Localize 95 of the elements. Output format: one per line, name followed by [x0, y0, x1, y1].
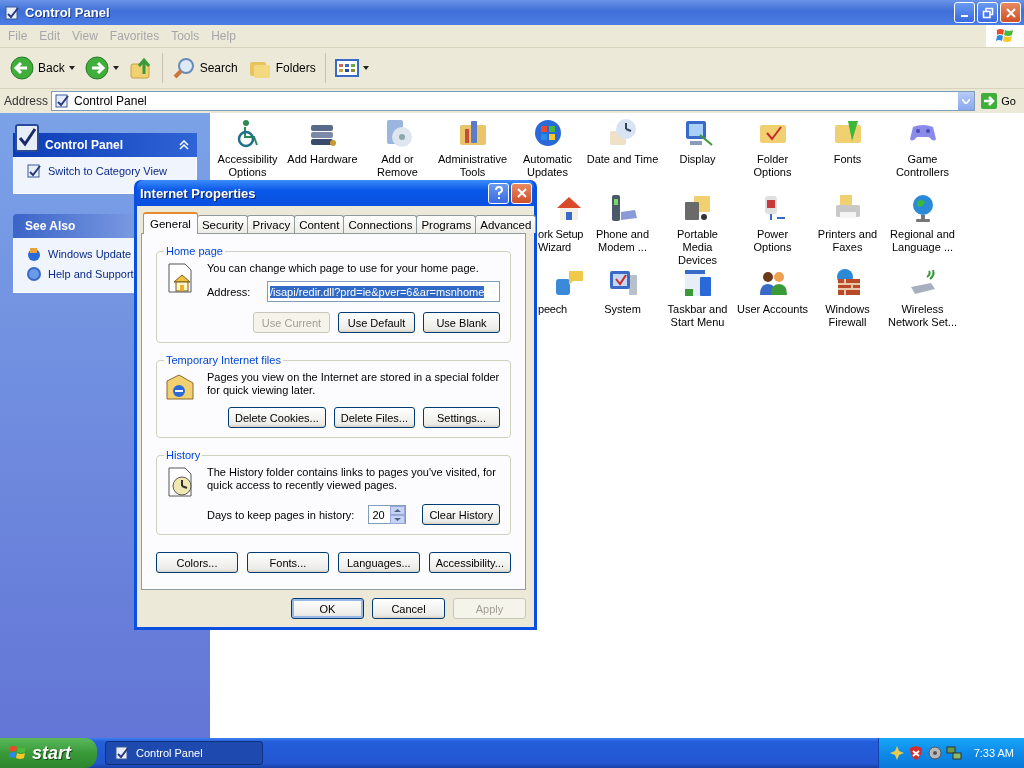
search-icon	[171, 56, 196, 80]
go-button[interactable]: Go	[978, 92, 1022, 110]
home-page-field[interactable]: /isapi/redir.dll?prd=ie&pver=6&ar=msnhome	[267, 281, 500, 302]
control-panel-item[interactable]: Fonts	[811, 153, 884, 166]
address-field[interactable]: Control Panel	[51, 91, 976, 111]
control-panel-icon	[4, 4, 20, 21]
dropdown-button[interactable]	[958, 92, 975, 110]
see-also-title: See Also	[25, 219, 76, 233]
address-label: Address	[4, 94, 49, 108]
tab[interactable]: Security	[196, 215, 249, 233]
disc-icon[interactable]	[927, 745, 943, 761]
control-panel-item[interactable]: Regional and Language ...	[886, 228, 959, 254]
clock: 7:33 AM	[973, 747, 1014, 759]
dialog-button[interactable]: Fonts...	[246, 552, 329, 573]
dialog-button[interactable]: Languages...	[337, 552, 420, 573]
control-panel-item[interactable]: Display	[661, 153, 734, 166]
control-panel-item[interactable]: ork Setup Wizard	[538, 228, 585, 254]
caret-icon	[68, 66, 75, 70]
shield-icon[interactable]	[908, 745, 924, 761]
caret-icon	[362, 66, 369, 70]
close-icon	[1004, 6, 1017, 19]
control-panel-icon	[54, 93, 71, 109]
group-description: Pages you view on the Internet are stored in a special folder for quick viewing later.	[207, 371, 500, 397]
spin-arrows-icon[interactable]	[390, 505, 406, 524]
dialog-button[interactable]: OK	[291, 598, 364, 619]
tab[interactable]: Content	[294, 215, 345, 233]
control-panel-icon	[26, 163, 42, 179]
minimize-button[interactable]	[954, 2, 975, 23]
control-panel-item[interactable]: Printers and Faxes	[811, 228, 884, 254]
sidebar-link[interactable]: Help and Support	[26, 266, 188, 282]
dialog-button[interactable]: Clear History	[422, 504, 500, 525]
folders-button[interactable]: Folders	[243, 51, 320, 85]
window-title: Control Panel	[25, 5, 110, 20]
collapse-icon[interactable]	[179, 140, 189, 150]
minimize-icon	[961, 15, 968, 17]
restore-icon	[981, 6, 994, 19]
sparkle-icon[interactable]	[889, 745, 905, 761]
control-panel-item[interactable]: Game Controllers	[886, 153, 959, 179]
control-panel-item[interactable]: System	[586, 303, 659, 316]
control-panel-item[interactable]: Folder Options	[736, 153, 809, 179]
control-panel-item[interactable]: Windows Firewall	[811, 303, 884, 329]
windows-logo-icon	[986, 25, 1024, 47]
control-panel-item[interactable]: Phone and Modem ...	[586, 228, 659, 254]
group-description: The History folder contains links to pages you've visited, for quick access to recently viewed pages.	[207, 466, 497, 492]
search-button[interactable]: Search	[167, 51, 242, 85]
panel-header[interactable]: Control Panel	[13, 123, 197, 157]
control-panel-icon	[114, 745, 130, 761]
control-panel-item[interactable]: Automatic Updates	[511, 153, 584, 179]
control-panel-item[interactable]: Taskbar and Start Menu	[661, 303, 734, 329]
close-button[interactable]	[511, 182, 532, 204]
dialog-button[interactable]: Delete Cookies...	[228, 407, 326, 428]
control-panel-item[interactable]: Administrative Tools	[436, 153, 509, 179]
dialog-button[interactable]: Use Default	[338, 312, 415, 333]
group-description: You can change which page to use for your home page.	[207, 262, 480, 275]
field-label: Address:	[207, 285, 252, 298]
control-panel-item[interactable]: Add Hardware	[286, 153, 359, 166]
go-arrow-icon	[980, 92, 999, 110]
dialog-button[interactable]: Cancel	[372, 598, 445, 619]
back-button[interactable]: Back	[6, 51, 79, 85]
network-icon[interactable]	[946, 745, 962, 761]
caret-icon	[112, 66, 119, 70]
tab[interactable]: Programs	[416, 215, 477, 233]
start-button[interactable]: start	[0, 738, 97, 768]
control-panel-item[interactable]: Date and Time	[586, 153, 659, 166]
dialog-title: Internet Properties	[140, 185, 257, 201]
tab[interactable]: Privacy	[247, 215, 296, 233]
dialog-button[interactable]: Settings...	[423, 407, 500, 428]
help-button[interactable]	[488, 182, 509, 204]
control-panel-item[interactable]: Add or Remove	[361, 153, 434, 179]
tab[interactable]: General	[143, 212, 198, 234]
control-panel-item[interactable]: Accessibility Options	[211, 153, 284, 179]
folder-up-icon	[128, 56, 153, 80]
close-button[interactable]	[1000, 2, 1021, 23]
dialog-button[interactable]: Colors...	[156, 552, 238, 573]
dialog-button[interactable]: Use Blank	[423, 312, 500, 333]
caret-icon	[962, 98, 971, 104]
restore-button[interactable]	[977, 2, 998, 23]
control-panel-item[interactable]: Portable Media Devices	[661, 228, 734, 267]
tab[interactable]: Connections	[343, 215, 418, 233]
control-panel-item[interactable]: Wireless Network Set...	[886, 303, 959, 329]
tab[interactable]: Advanced	[475, 215, 537, 233]
group-title: Temporary Internet files	[164, 354, 283, 366]
control-panel-item[interactable]: Power Options	[736, 228, 809, 254]
field-label: Days to keep pages in history:	[207, 508, 356, 521]
control-panel-item[interactable]: User Accounts	[736, 303, 809, 316]
views-icon	[334, 58, 359, 78]
control-panel-item[interactable]: peech	[538, 303, 585, 316]
days-spinner[interactable]: 20	[368, 505, 407, 524]
taskbar-button[interactable]: Control Panel	[105, 741, 263, 765]
group-title: Home page	[164, 245, 225, 257]
dialog-button[interactable]: Delete Files...	[333, 407, 415, 428]
panel-title: Control Panel	[45, 138, 123, 152]
close-icon	[515, 187, 528, 199]
dialog-button[interactable]: Accessibility...	[428, 552, 511, 573]
group-title: History	[164, 449, 203, 461]
